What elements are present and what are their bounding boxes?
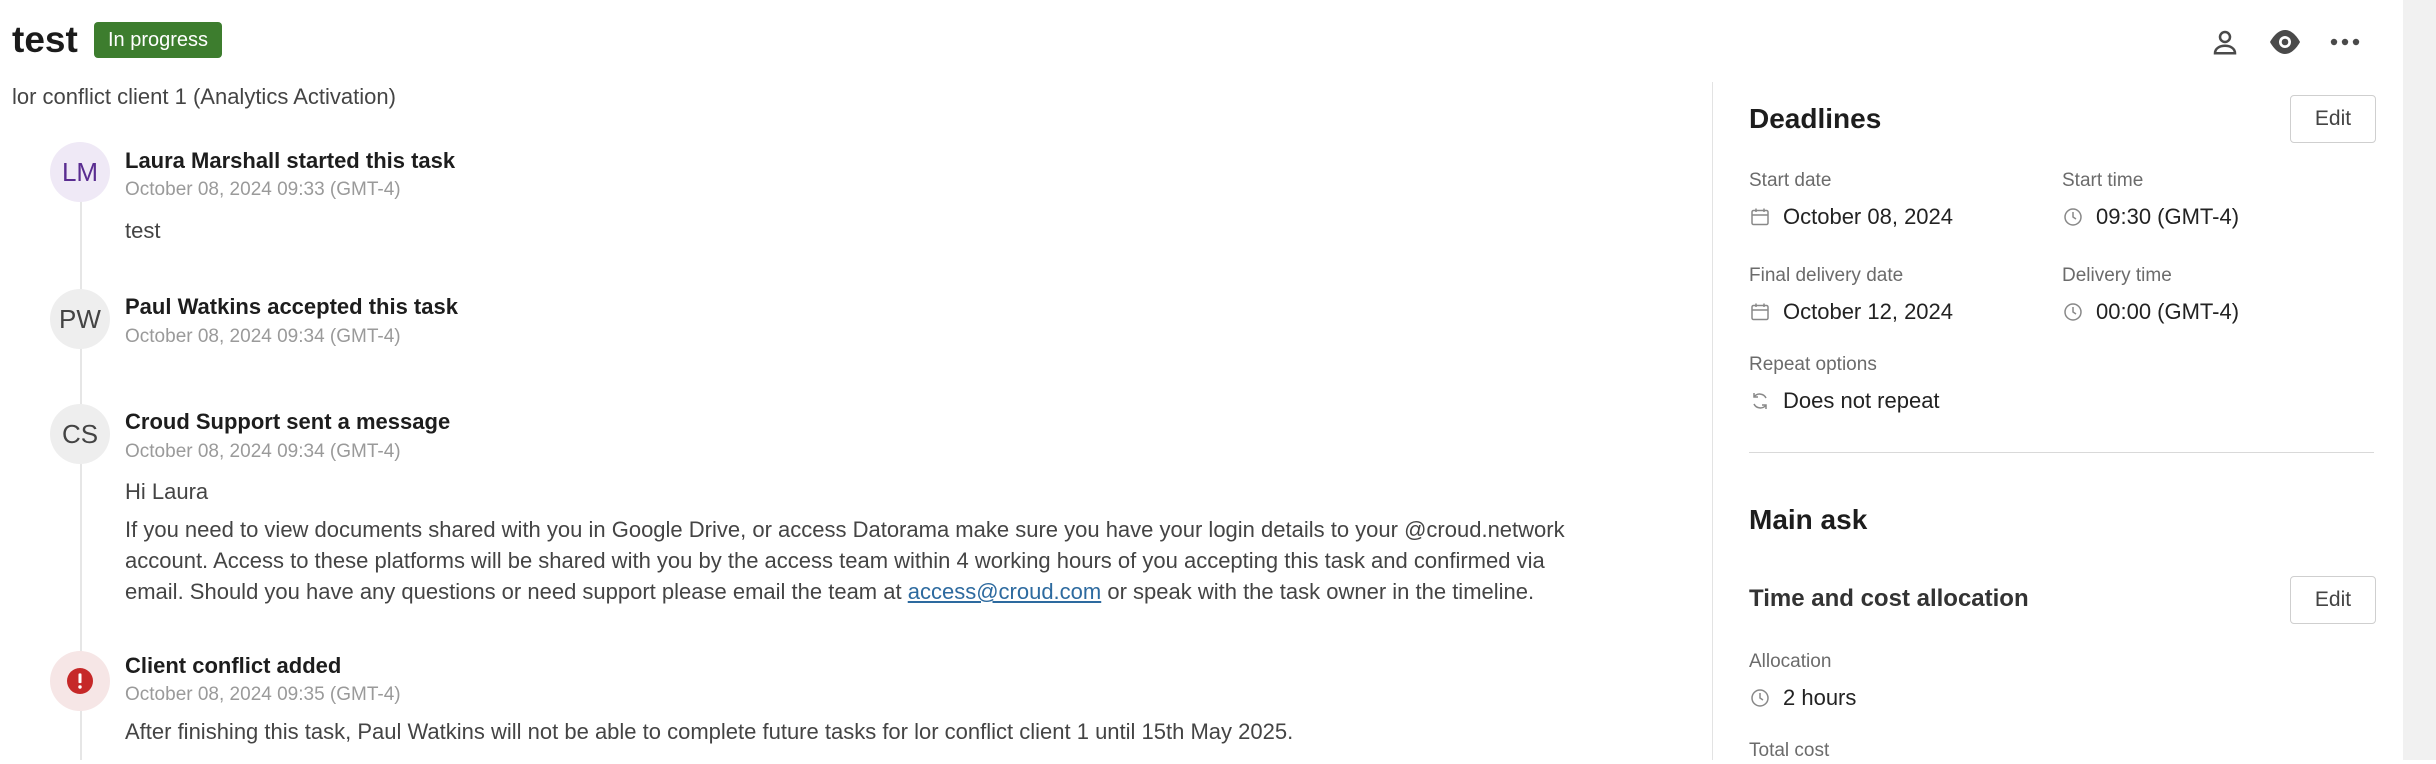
avatar: CS <box>50 404 110 464</box>
delivery-time-value: 00:00 (GMT-4) <box>2062 297 2239 327</box>
clock-icon <box>1749 687 1771 709</box>
allocation-text: 2 hours <box>1783 685 1857 710</box>
alert-icon <box>67 668 93 694</box>
allocation-label: Allocation <box>1749 651 1832 672</box>
email-link[interactable]: access@croud.com <box>908 579 1102 604</box>
assignee-button[interactable] <box>2203 20 2247 64</box>
avatar: PW <box>50 289 110 349</box>
event-title: Client conflict added <box>125 653 342 678</box>
allocation-value: 2 hours <box>1749 683 1856 713</box>
start-date-label: Start date <box>1749 170 1832 191</box>
event-timestamp: October 08, 2024 09:34 (GMT-4) <box>125 326 401 347</box>
final-delivery-date-value: October 12, 2024 <box>1749 297 1953 327</box>
eye-icon <box>2270 30 2300 54</box>
more-options-button[interactable] <box>2323 20 2367 64</box>
event-timestamp: October 08, 2024 09:33 (GMT-4) <box>125 179 401 200</box>
message-greeting: Hi Laura <box>125 479 209 504</box>
start-time-text: 09:30 (GMT-4) <box>2096 204 2240 229</box>
repeat-options-value: Does not repeat <box>1749 386 1940 416</box>
event-body: test <box>125 218 161 243</box>
panel-divider <box>1712 82 1713 760</box>
deadlines-heading: Deadlines <box>1749 103 1882 134</box>
total-cost-label: Total cost <box>1749 740 1830 761</box>
event-title: Croud Support sent a message <box>125 409 451 434</box>
start-time-label: Start time <box>2062 170 2144 191</box>
repeat-icon <box>1749 390 1771 412</box>
edit-deadlines-button[interactable]: Edit <box>2290 95 2376 143</box>
repeat-options-text: Does not repeat <box>1783 388 1940 413</box>
event-body: After finishing this task, Paul Watkins … <box>125 719 1294 744</box>
window-edge <box>2403 0 2436 760</box>
final-delivery-date-text: October 12, 2024 <box>1783 299 1954 324</box>
delivery-time-label: Delivery time <box>2062 265 2172 286</box>
clock-icon <box>2062 301 2084 323</box>
more-horizontal-icon <box>2330 38 2360 46</box>
task-page: test In progress lor conflict client 1 (… <box>0 0 2403 761</box>
edit-allocation-button[interactable]: Edit <box>2290 576 2376 624</box>
clock-icon <box>2062 206 2084 228</box>
start-date-text: October 08, 2024 <box>1783 204 1954 229</box>
start-time-value: 09:30 (GMT-4) <box>2062 202 2239 232</box>
message-text: or speak with the task owner in the time… <box>1101 579 1535 604</box>
avatar <box>50 651 110 711</box>
final-delivery-date-label: Final delivery date <box>1749 265 1904 286</box>
watch-button[interactable] <box>2263 20 2307 64</box>
event-timestamp: October 08, 2024 09:35 (GMT-4) <box>125 684 401 705</box>
delivery-time-text: 00:00 (GMT-4) <box>2096 299 2240 324</box>
start-date-value: October 08, 2024 <box>1749 202 1953 232</box>
message-text: email. Should you have any questions or … <box>125 579 908 604</box>
page-title: test <box>12 19 78 60</box>
message-line: account. Access to these platforms will … <box>125 548 1545 573</box>
repeat-options-label: Repeat options <box>1749 354 1877 375</box>
event-title: Paul Watkins accepted this task <box>125 294 458 319</box>
message-line: If you need to view documents shared wit… <box>125 517 1565 542</box>
time-cost-allocation-heading: Time and cost allocation <box>1749 585 2029 612</box>
calendar-icon <box>1749 301 1771 323</box>
person-icon <box>2213 30 2237 55</box>
task-client-subtitle: lor conflict client 1 (Analytics Activat… <box>12 84 396 109</box>
section-divider <box>1749 452 2374 453</box>
event-timestamp: October 08, 2024 09:34 (GMT-4) <box>125 441 401 462</box>
message-line: email. Should you have any questions or … <box>125 576 1575 607</box>
main-ask-heading: Main ask <box>1749 504 1868 535</box>
event-title: Laura Marshall started this task <box>125 148 456 173</box>
calendar-icon <box>1749 206 1771 228</box>
avatar: LM <box>50 142 110 202</box>
status-badge: In progress <box>94 22 223 58</box>
